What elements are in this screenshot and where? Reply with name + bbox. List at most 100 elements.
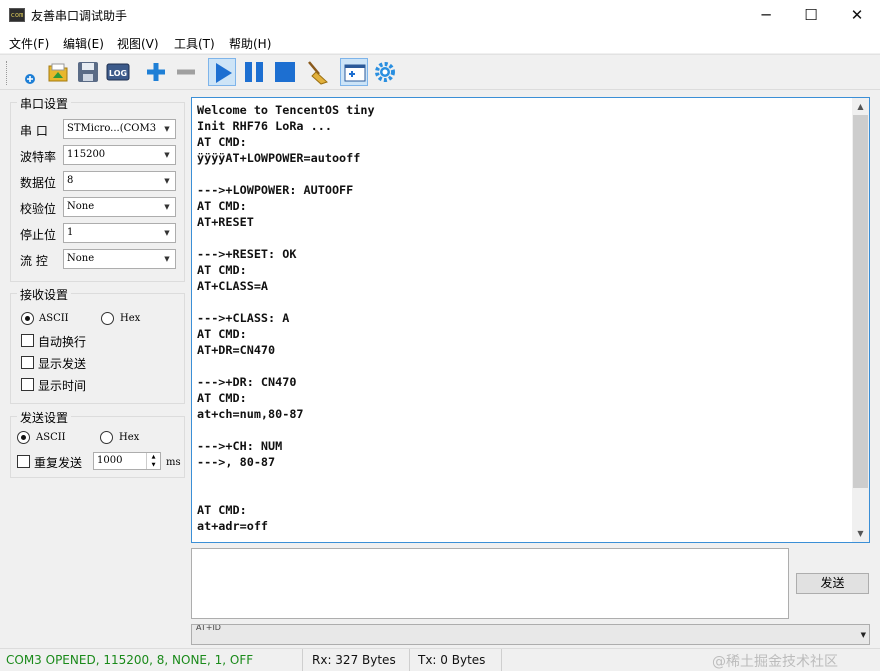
app-icon: com <box>9 8 25 22</box>
receive-line: Init RHF76 LoRa ... <box>197 119 332 133</box>
parity-value: None <box>67 201 95 212</box>
flow-control-select[interactable]: None ▼ <box>63 249 176 269</box>
receive-line <box>197 166 847 182</box>
receive-line <box>197 486 847 502</box>
receive-line: AT CMD: <box>197 503 247 517</box>
receive-line: Welcome to TencentOS tiny <box>197 103 375 117</box>
open-folder-icon[interactable] <box>44 58 72 86</box>
title-bar: com 友善串口调试助手 ─ ☐ ✕ <box>0 0 880 31</box>
receive-hex-label: Hex <box>120 313 141 324</box>
receive-text-area[interactable]: Welcome to TencentOS tiny Init RHF76 LoRa… <box>191 97 870 543</box>
receive-line: ÿÿÿÿAT+LOWPOWER=autooff <box>197 151 361 165</box>
auto-wrap-checkbox[interactable] <box>21 334 34 347</box>
send-settings-title: 发送设置 <box>17 409 72 426</box>
receive-line: AT+RESET <box>197 215 254 229</box>
repeat-send-label: 重复发送 <box>34 456 83 470</box>
toolbar: LOG <box>0 54 880 90</box>
auto-wrap-label: 自动换行 <box>38 335 87 349</box>
connection-status: COM3 OPENED, 115200, 8, NONE, 1, OFF <box>0 649 303 671</box>
data-bits-value: 8 <box>67 175 74 186</box>
stop-bits-select[interactable]: 1 ▼ <box>63 223 176 243</box>
send-button[interactable]: 发送 <box>796 573 869 594</box>
close-button[interactable]: ✕ <box>834 0 880 31</box>
menu-view[interactable]: 视图(V) <box>117 35 159 52</box>
receive-line: at+ch=num,80-87 <box>197 407 304 421</box>
stop-bits-value: 1 <box>67 227 74 238</box>
port-value: STMicro...(COM3 <box>67 123 157 134</box>
show-send-checkbox[interactable] <box>21 356 34 369</box>
baud-select[interactable]: 115200 ▼ <box>63 145 176 165</box>
flow-control-label: 流 控 <box>20 254 48 268</box>
status-bar: COM3 OPENED, 115200, 8, NONE, 1, OFF Rx:… <box>0 648 880 671</box>
send-ascii-radio[interactable] <box>17 431 30 444</box>
scroll-down-icon[interactable]: ▼ <box>852 525 869 542</box>
receive-line <box>197 422 847 438</box>
chevron-down-icon: ▼ <box>159 250 175 268</box>
layout-window-icon[interactable] <box>340 58 368 86</box>
parity-select[interactable]: None ▼ <box>63 197 176 217</box>
log-icon-label: LOG <box>109 69 127 78</box>
receive-line: --->, 80-87 <box>197 455 276 469</box>
serial-settings-group: 串口设置 串 口 STMicro...(COM3 ▼ 波特率 115200 ▼ … <box>10 95 185 282</box>
flow-control-value: None <box>67 253 95 264</box>
stepper-arrows-icon[interactable]: ▲ ▼ <box>146 453 160 469</box>
remove-icon[interactable] <box>172 58 200 86</box>
baud-value: 115200 <box>67 149 106 160</box>
menu-bar: 文件(F) 编辑(E) 视图(V) 工具(T) 帮助(H) <box>0 31 880 53</box>
command-history-select[interactable]: AT+ID ▼ <box>191 624 870 645</box>
data-bits-select[interactable]: 8 ▼ <box>63 171 176 191</box>
show-time-checkbox[interactable] <box>21 378 34 391</box>
window-title: 友善串口调试助手 <box>31 9 128 23</box>
repeat-interval-value: 1000 <box>97 455 123 466</box>
tx-counter: Tx: 0 Bytes <box>412 649 502 671</box>
baud-label: 波特率 <box>20 150 57 164</box>
chevron-down-icon: ▼ <box>159 146 175 164</box>
serial-settings-title: 串口设置 <box>17 95 72 112</box>
receive-line: at+adr=off <box>197 519 269 533</box>
receive-hex-radio[interactable] <box>101 312 114 325</box>
receive-line: AT CMD: <box>197 327 247 341</box>
data-bits-label: 数据位 <box>20 176 57 190</box>
maximize-button[interactable]: ☐ <box>788 0 834 31</box>
chevron-down-icon: ▼ <box>159 198 175 216</box>
send-text-input[interactable] <box>191 548 789 619</box>
receive-line: AT CMD: <box>197 391 247 405</box>
send-ascii-label: ASCII <box>36 432 66 443</box>
toolbar-grip[interactable] <box>6 61 9 85</box>
play-icon[interactable] <box>208 58 236 86</box>
menu-tools[interactable]: 工具(T) <box>174 35 215 52</box>
save-icon[interactable] <box>74 58 102 86</box>
port-select[interactable]: STMicro...(COM3 ▼ <box>63 119 176 139</box>
stop-bits-label: 停止位 <box>20 228 57 242</box>
settings-gear-icon[interactable] <box>371 58 399 86</box>
scroll-up-icon[interactable]: ▲ <box>852 98 869 115</box>
receive-line: --->+RESET: OK <box>197 247 297 261</box>
repeat-send-checkbox[interactable] <box>17 455 30 468</box>
menu-help[interactable]: 帮助(H) <box>229 35 271 52</box>
receive-line: --->+DR: CN470 <box>197 375 297 389</box>
chevron-down-icon: ▼ <box>159 172 175 190</box>
receive-scrollbar[interactable]: ▲ ▼ <box>852 98 869 542</box>
scrollbar-thumb[interactable] <box>853 115 868 488</box>
receive-ascii-label: ASCII <box>39 313 69 324</box>
receive-settings-title: 接收设置 <box>17 286 72 303</box>
menu-edit[interactable]: 编辑(E) <box>63 35 104 52</box>
show-time-label: 显示时间 <box>38 379 87 393</box>
pause-icon[interactable] <box>240 58 268 86</box>
minimize-button[interactable]: ─ <box>743 0 789 31</box>
watermark: @稀土掘金技术社区 <box>712 654 838 670</box>
receive-line <box>197 230 847 246</box>
log-icon[interactable]: LOG <box>104 58 132 86</box>
add-icon[interactable] <box>142 58 170 86</box>
clear-broom-icon[interactable] <box>303 58 331 86</box>
repeat-interval-stepper[interactable]: 1000 ▲ ▼ <box>93 452 161 470</box>
new-session-icon[interactable] <box>15 58 43 86</box>
receive-line <box>197 358 847 374</box>
menu-file[interactable]: 文件(F) <box>9 35 49 52</box>
stop-icon[interactable] <box>271 58 299 86</box>
send-hex-radio[interactable] <box>100 431 113 444</box>
receive-ascii-radio[interactable] <box>21 312 34 325</box>
receive-line: AT+CLASS=A <box>197 279 269 293</box>
receive-settings-group: 接收设置 ASCII Hex 自动换行 显示发送 显示时间 <box>10 286 185 404</box>
receive-line: --->+LOWPOWER: AUTOOFF <box>197 183 354 197</box>
